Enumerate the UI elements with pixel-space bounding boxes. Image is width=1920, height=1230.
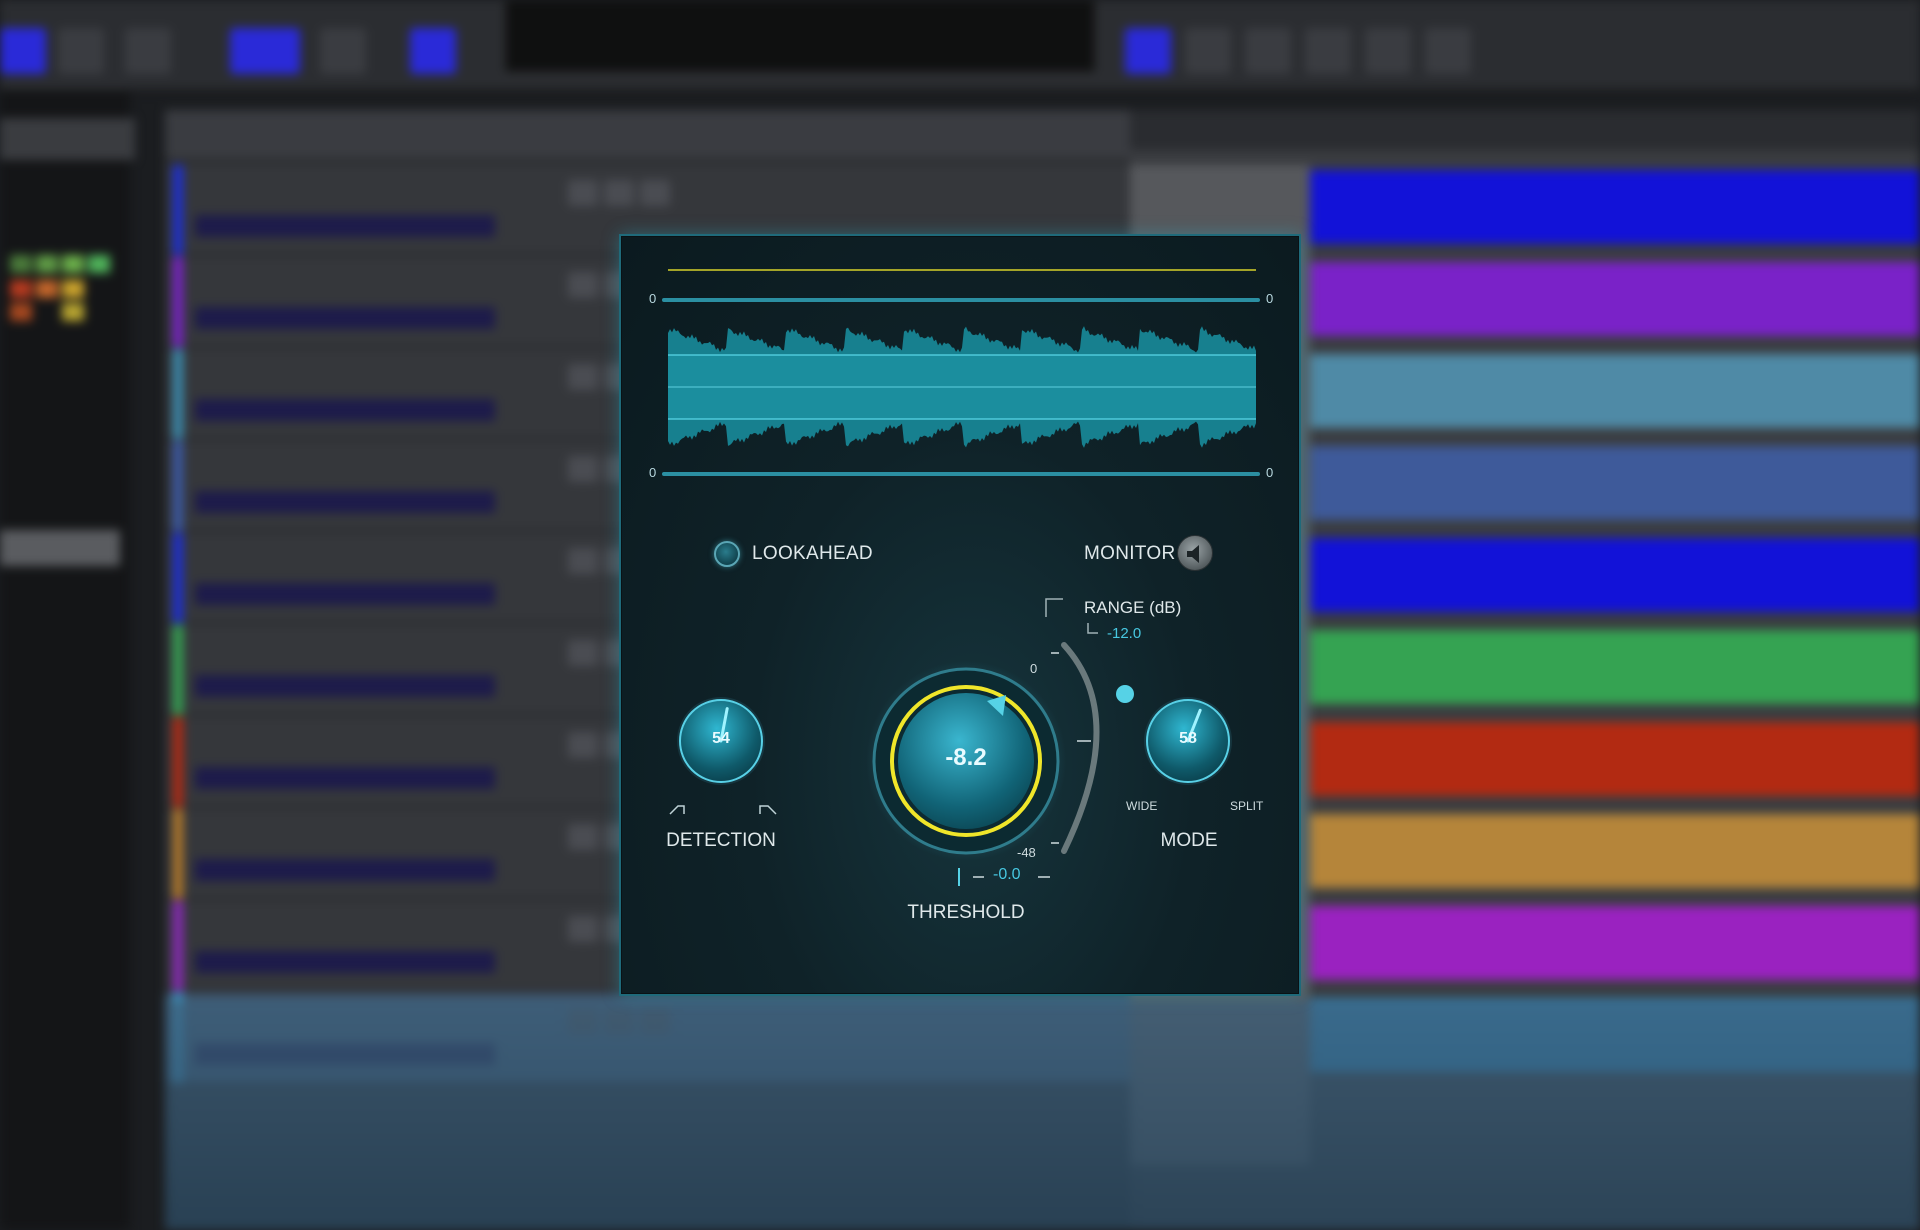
threshold-scale-top: 0	[1030, 661, 1038, 676]
toolbar-button[interactable]	[410, 28, 456, 74]
color-swatch	[10, 280, 32, 298]
toolbar-button[interactable]	[230, 28, 300, 74]
color-swatch	[62, 303, 84, 321]
detection-curve-icons	[669, 805, 777, 815]
waveform-display	[662, 269, 1260, 476]
clip[interactable]	[1310, 906, 1920, 980]
clip[interactable]	[1310, 354, 1920, 428]
gate-plugin-window: 0 0 0 0 LOOKAHEAD MONITOR 54 DETECTION -…	[619, 234, 1301, 996]
background-shade	[165, 1000, 1920, 1230]
threshold-value: -8.2	[945, 744, 987, 771]
lookahead-toggle[interactable]	[714, 541, 740, 567]
detection-knob[interactable]: 54	[676, 696, 766, 786]
scope-label-top-left: 0	[649, 291, 657, 306]
scope-label-top-right: 0	[1266, 291, 1274, 306]
threshold-scale-bottom: -48	[1017, 845, 1036, 860]
toolbar-button[interactable]	[1185, 28, 1231, 74]
browser-header	[0, 118, 135, 160]
toolbar-button[interactable]	[320, 28, 366, 74]
toolbar-button[interactable]	[1125, 28, 1171, 74]
threshold-label: THRESHOLD	[907, 902, 1025, 923]
threshold-readout-marks	[958, 868, 1050, 886]
clip[interactable]	[1310, 814, 1920, 888]
transport-display	[505, 0, 1095, 72]
clip[interactable]	[1310, 538, 1920, 612]
clip[interactable]	[1310, 630, 1920, 704]
toggle-row: LOOKAHEAD MONITOR	[621, 526, 1303, 571]
color-swatch	[10, 303, 32, 321]
scope-label-bottom-right: 0	[1266, 465, 1274, 480]
color-swatch	[10, 255, 32, 273]
clip[interactable]	[1310, 262, 1920, 336]
monitor-button[interactable]	[1177, 535, 1213, 571]
range-handle[interactable]	[1116, 685, 1134, 703]
detection-value: 54	[712, 730, 730, 747]
detection-label: DETECTION	[666, 830, 776, 851]
lookahead-label: LOOKAHEAD	[752, 543, 873, 564]
mode-split-label: SPLIT	[1230, 799, 1264, 813]
threshold-knob[interactable]: -8.2	[866, 661, 1066, 861]
toolbar-button[interactable]	[125, 28, 171, 74]
threshold-readout[interactable]: -0.0	[993, 866, 1021, 884]
color-swatch	[62, 255, 84, 273]
toolbar-button[interactable]	[1305, 28, 1351, 74]
track-list-header	[165, 110, 1130, 160]
color-swatch	[62, 280, 84, 298]
toolbar-button[interactable]	[1245, 28, 1291, 74]
clip[interactable]	[1310, 446, 1920, 520]
toolbar-button[interactable]	[58, 28, 104, 74]
browser-bar	[0, 530, 120, 566]
toolbar-button[interactable]	[1365, 28, 1411, 74]
speaker-icon	[1187, 545, 1199, 563]
mode-knob[interactable]: 58	[1143, 696, 1233, 786]
range-bracket-icon	[1087, 623, 1098, 634]
scope-label-bottom-left: 0	[649, 465, 657, 480]
mode-value: 58	[1179, 730, 1197, 747]
monitor-label: MONITOR	[1084, 543, 1176, 564]
toolbar-button[interactable]	[0, 28, 46, 74]
mode-label: MODE	[1160, 830, 1218, 851]
toolbar-button[interactable]	[1425, 28, 1471, 74]
clip[interactable]	[1310, 722, 1920, 796]
range-value[interactable]: -12.0	[1107, 625, 1141, 642]
mode-wide-label: WIDE	[1126, 799, 1158, 813]
clip[interactable]	[1310, 170, 1920, 244]
color-swatch	[36, 255, 58, 273]
toolbar	[0, 0, 1920, 92]
timeline-ruler[interactable]	[1130, 110, 1920, 150]
color-swatch	[36, 280, 58, 298]
range-label: RANGE (dB)	[1084, 598, 1182, 617]
color-swatch	[88, 255, 110, 273]
